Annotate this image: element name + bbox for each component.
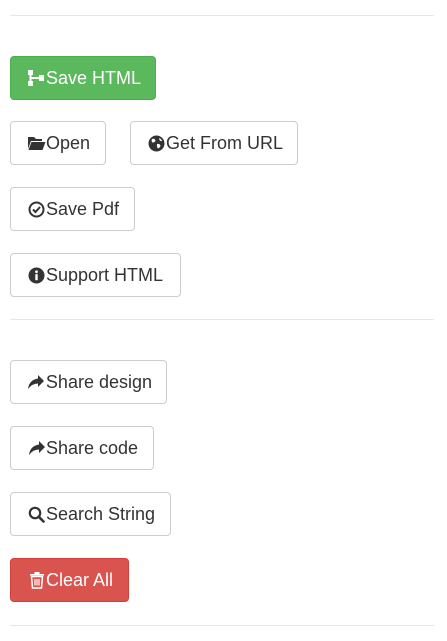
folder-open-icon bbox=[27, 134, 46, 153]
trash-icon bbox=[27, 571, 46, 590]
clear-all-label: Clear All bbox=[46, 569, 114, 590]
share-code-label: Share code bbox=[46, 437, 139, 458]
open-label: Open bbox=[46, 132, 91, 153]
sitemap-icon bbox=[27, 69, 46, 88]
support-html-label: Support HTML bbox=[46, 264, 164, 285]
top-divider bbox=[10, 15, 434, 16]
open-button[interactable]: Open bbox=[10, 121, 106, 165]
globe-icon bbox=[147, 134, 166, 153]
action-panel: Save HTML Open Get From URL Save Pdf Sup… bbox=[0, 0, 447, 641]
share-code-button[interactable]: Share code bbox=[10, 426, 154, 470]
save-html-button[interactable]: Save HTML bbox=[10, 56, 156, 100]
search-string-button[interactable]: Search String bbox=[10, 492, 171, 536]
get-from-url-label: Get From URL bbox=[165, 132, 283, 153]
share-design-button[interactable]: Share design bbox=[10, 360, 167, 404]
info-circle-icon bbox=[27, 266, 46, 285]
support-html-button[interactable]: Support HTML bbox=[10, 253, 181, 297]
check-circle-icon bbox=[27, 200, 46, 219]
search-string-label: Search String bbox=[46, 503, 156, 524]
save-html-label: Save HTML bbox=[45, 67, 141, 88]
save-pdf-label: Save Pdf bbox=[46, 198, 120, 219]
middle-divider bbox=[10, 319, 434, 320]
bottom-divider bbox=[10, 625, 434, 626]
get-from-url-button[interactable]: Get From URL bbox=[130, 121, 298, 165]
share-design-label: Share design bbox=[45, 371, 152, 392]
search-icon bbox=[27, 505, 46, 524]
share-arrow-icon bbox=[27, 439, 46, 458]
save-pdf-button[interactable]: Save Pdf bbox=[10, 187, 135, 231]
share-arrow-icon bbox=[27, 373, 46, 392]
clear-all-button[interactable]: Clear All bbox=[10, 558, 129, 602]
